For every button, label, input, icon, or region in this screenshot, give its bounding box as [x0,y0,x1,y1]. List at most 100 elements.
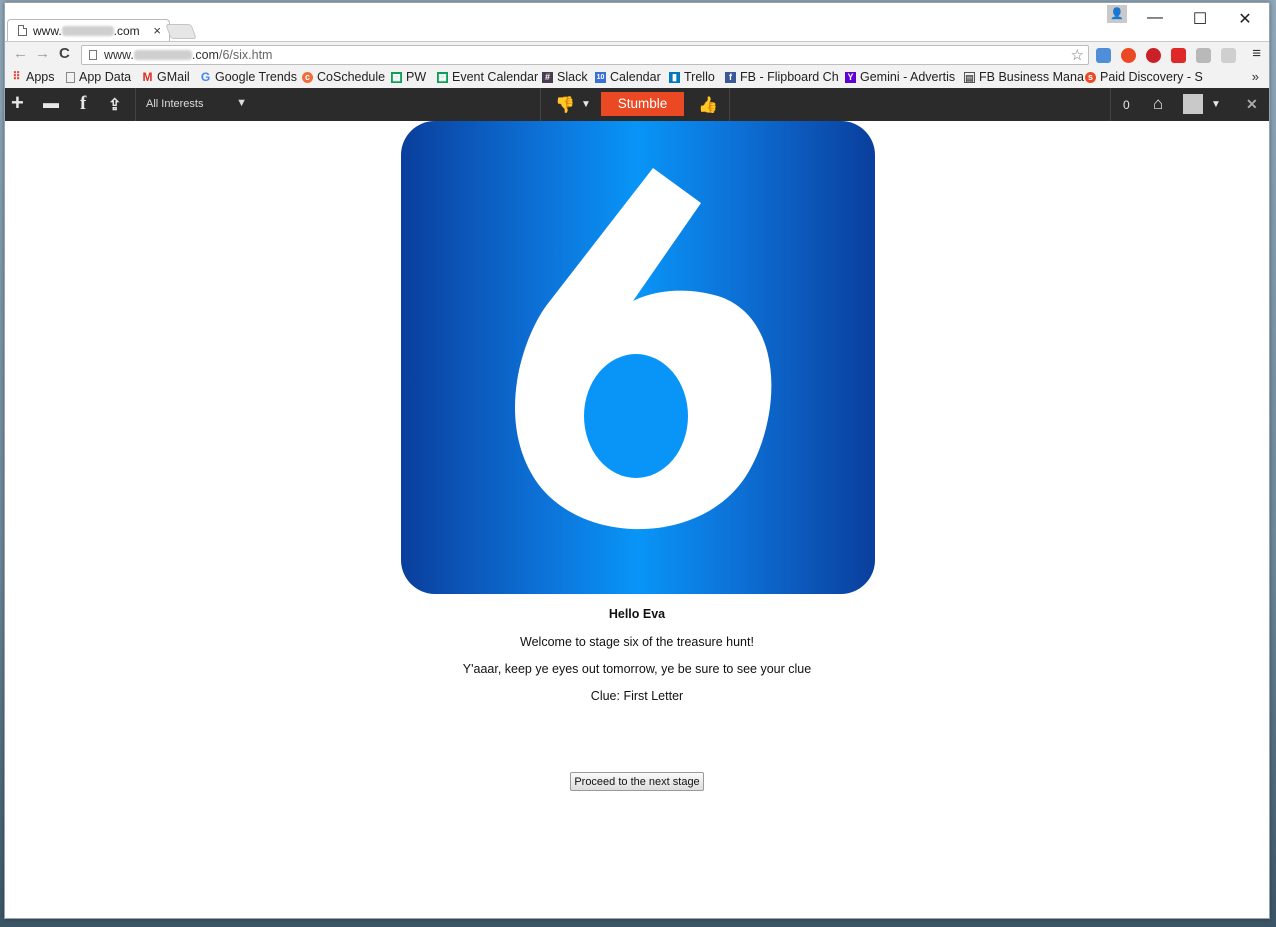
bookmark-event-calendar[interactable]: ▦ Event Calendar [437,70,538,84]
page-icon [18,25,27,36]
thumbs-down-icon[interactable]: 👎 [555,95,575,115]
bookmark-coschedule[interactable]: c CoSchedule [302,70,385,84]
stumble-controls: 👎 ▼ Stumble 👍 [540,88,730,121]
bookmark-label: CoSchedule [317,70,386,84]
bookmark-paid-discovery[interactable]: s Paid Discovery - S [1085,70,1203,84]
pinterest-extension-icon[interactable] [1146,48,1161,63]
forward-arrow-icon[interactable]: → [35,45,50,62]
proceed-next-stage-button[interactable]: Proceed to the next stage [570,772,704,791]
greeting-heading: Hello Eva [608,607,666,621]
extension-share-icon[interactable] [1096,48,1111,63]
thumbs-up-icon[interactable]: 👍 [698,95,718,115]
bookmark-star-icon[interactable]: ☆ [1071,46,1084,64]
calendar-icon: 10 [595,71,606,83]
profile-icon[interactable]: 👤 [1107,5,1127,23]
bookmark-fb-flipboard[interactable]: f FB - Flipboard Ch [725,70,839,84]
tab-title-suffix: .com [113,23,140,38]
minimize-button[interactable]: — [1145,9,1165,27]
interests-dropdown[interactable]: All Interests ▼ [135,88,253,121]
gmail-icon: M [142,69,153,84]
url-prefix: www. [104,48,134,62]
chevron-down-icon[interactable]: ▼ [1211,99,1221,110]
avatar[interactable] [1183,94,1203,114]
trello-icon: ▮ [669,71,680,83]
chevron-down-icon: ▼ [236,97,247,109]
url-path: /6/six.htm [218,48,273,62]
browser-tab[interactable]: www. .com × [7,19,170,41]
chevron-down-icon[interactable]: ▼ [581,99,591,110]
back-arrow-icon[interactable]: ← [13,45,28,62]
redacted-domain [61,25,114,36]
stage-six-image [401,121,875,594]
coschedule-icon: c [302,71,313,83]
comment-icon[interactable]: ▬ [43,95,59,113]
bookmark-trello[interactable]: ▮ Trello [669,70,715,84]
extension-chat-icon[interactable] [1221,48,1236,63]
address-bar[interactable]: www. .com /6/six.htm ☆ [81,45,1089,65]
interests-label: All Interests [146,98,204,110]
maximize-button[interactable]: ☐ [1190,9,1210,29]
bookmark-google-trends[interactable]: G Google Trends [200,70,297,84]
number-six-graphic [514,168,772,530]
chrome-menu-icon[interactable]: ≡ [1252,45,1261,62]
tab-title-prefix: www. [33,23,62,38]
stumbleupon-extension-icon[interactable] [1121,48,1136,63]
bookmark-label: Trello [684,70,715,84]
bookmark-app-data[interactable]: App Data [66,70,131,84]
apps-grid-icon: ⠿ [12,70,21,83]
bookmark-label: FB Business Mana [979,70,1084,84]
bookmark-label: Event Calendar [452,70,539,84]
new-tab-button[interactable] [165,24,197,39]
bookmark-apps[interactable]: ⠿ Apps [11,70,55,84]
clue-text: Clue: First Letter [590,689,684,703]
bookmark-slack[interactable]: # Slack [542,70,588,84]
flipboard-extension-icon[interactable] [1171,48,1186,63]
tab-strip: www. .com × 👤 — ☐ ✕ [5,3,1269,41]
redacted-url-domain [133,50,192,60]
reload-icon[interactable]: C [59,45,70,62]
bookmark-label: Paid Discovery - S [1100,70,1203,84]
bookmark-label: Calendar [610,70,661,84]
yahoo-icon: Y [845,71,856,83]
stumbleupon-icon: s [1085,71,1096,83]
facebook-share-icon[interactable]: f [80,93,86,115]
sheets-icon: ▦ [437,71,448,83]
bookmarks-bar: ⠿ Apps App Data M GMail G Google Trends … [5,67,1269,88]
browser-window: www. .com × 👤 — ☐ ✕ ← → C www. .com /6/s… [4,2,1270,919]
bookmark-label: FB - Flipboard Ch [740,70,839,84]
stumbleupon-toolbar: + ▬ f ⇪ All Interests ▼ 👎 ▼ Stumble 👍 0 … [5,88,1269,121]
bookmark-label: PW [406,70,427,84]
facebook-icon: f [725,71,736,83]
bookmarks-overflow-icon[interactable]: » [1252,69,1259,84]
page-content: Hello Eva Welcome to stage six of the tr… [5,121,1269,918]
bookmark-gmail[interactable]: M GMail [142,70,190,84]
slack-icon: # [542,71,553,83]
hint-text: Y'aaar, keep ye eyes out tomorrow, ye be… [462,662,812,676]
sheets-icon: ▦ [391,71,402,83]
bookmark-fb-business[interactable]: ▤ FB Business Mana [964,70,1084,84]
notification-count[interactable]: 0 [1123,98,1130,112]
bookmark-label: GMail [157,70,190,84]
browser-toolbar: ← → C www. .com /6/six.htm ☆ ≡ [5,41,1269,67]
page-info-icon[interactable] [89,50,97,60]
extension-panel-icon[interactable] [1196,48,1211,63]
page-icon [66,71,75,83]
home-icon[interactable]: ⌂ [1153,94,1163,114]
bookmark-label: Apps [26,70,55,84]
bookmark-label: Google Trends [215,70,297,84]
close-icon[interactable]: ✕ [1246,96,1258,113]
close-window-button[interactable]: ✕ [1235,9,1255,29]
bookmark-label: App Data [79,70,132,84]
url-domain-suffix: .com [191,48,219,62]
bookmark-gemini[interactable]: Y Gemini - Advertis [845,70,955,84]
add-plus-icon[interactable]: + [11,90,24,116]
bookmark-label: Gemini - Advertis [860,70,956,84]
bookmark-pw[interactable]: ▦ PW [391,70,426,84]
stumble-button[interactable]: Stumble [601,92,684,116]
bookmark-calendar[interactable]: 10 Calendar [595,70,661,84]
stumble-account-area: 0 ⌂ ▼ ✕ [1110,88,1269,121]
share-icon[interactable]: ⇪ [108,95,121,115]
bookmark-label: Slack [557,70,588,84]
welcome-text: Welcome to stage six of the treasure hun… [520,635,754,649]
tab-close-icon[interactable]: × [153,23,161,38]
